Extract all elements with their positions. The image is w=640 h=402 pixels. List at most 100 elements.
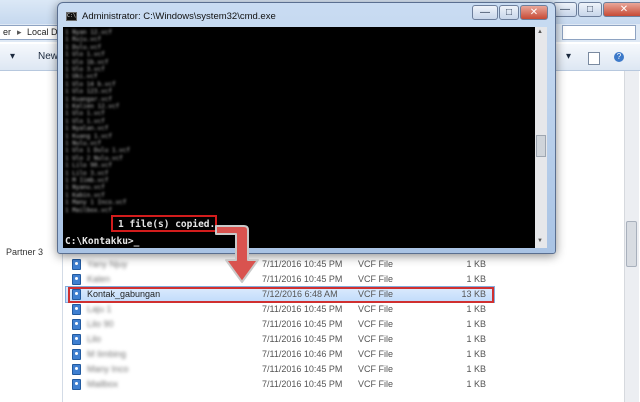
- vcf-file-icon: [72, 379, 81, 390]
- file-type: VCF File: [358, 274, 394, 284]
- vcf-file-icon: [72, 304, 81, 315]
- view-options-dropdown-icon[interactable]: ▾: [566, 51, 571, 62]
- file-size: 1 KB: [466, 274, 486, 284]
- annotation-arrow-icon: [215, 225, 259, 283]
- cmd-maximize-button[interactable]: □: [499, 5, 519, 20]
- console-line: 1 Ulo 123.vcf: [65, 88, 112, 96]
- command-prompt[interactable]: C:\Kontakku>_: [65, 236, 139, 247]
- vcf-file-icon: [72, 274, 81, 285]
- console-line: 1 M Iimb.vcf: [65, 177, 109, 184]
- breadcrumb-parent[interactable]: er: [3, 27, 11, 37]
- console-line: 1 Nyalan.vcf: [65, 125, 109, 133]
- file-row[interactable]: Lilo 7/11/2016 10:45 PM VCF File 1 KB: [66, 332, 494, 347]
- file-size: 1 KB: [466, 364, 486, 374]
- file-row[interactable]: Yany Njuy 7/11/2016 10:45 PM VCF File 1 KB: [66, 257, 494, 272]
- copy-result-highlight: 1 file(s) copied.: [111, 215, 217, 232]
- file-size: 1 KB: [466, 334, 486, 344]
- scroll-up-icon[interactable]: ▲: [537, 29, 543, 35]
- console-line: 1 Ulo 1b.vcf: [65, 58, 109, 66]
- file-list-scrollbar[interactable]: [624, 71, 639, 402]
- file-date: 7/11/2016 10:45 PM: [262, 274, 343, 284]
- console-line: 1 Ulo 1.vcf: [65, 117, 105, 125]
- console-line: 1 Mailbox.vcf: [65, 206, 112, 214]
- console-line: 1 Many 1 Inco.vcf: [65, 199, 127, 207]
- file-row[interactable]: Lilo 90 7/11/2016 10:45 PM VCF File 1 KB: [66, 317, 494, 332]
- selected-file-highlight: [68, 287, 494, 303]
- vcf-file-icon: [72, 364, 81, 375]
- file-name: Many Inco: [87, 364, 129, 374]
- file-row[interactable]: M Iimbing 7/11/2016 10:46 PM VCF File 1 KB: [66, 347, 494, 362]
- search-input[interactable]: [562, 25, 636, 40]
- vcf-file-icon: [72, 349, 81, 360]
- console-line: 1 Ulo 1 Dulu 1.vcf: [65, 147, 131, 155]
- console-line: 1 Uki.vcf: [65, 73, 98, 81]
- explorer-close-button[interactable]: ✕: [603, 2, 640, 17]
- console-output[interactable]: 1 Mailbox.vcf 1 Many 1 Inco.vcf 1 Kabin.vc…: [63, 27, 535, 248]
- cmd-window-title: Administrator: C:\Windows\system32\cmd.e…: [82, 11, 276, 22]
- file-name: Lilo 90: [87, 319, 114, 329]
- cmd-window: C:\ Administrator: C:\Windows\system32\c…: [57, 2, 556, 254]
- vcf-file-icon: [72, 259, 81, 270]
- console-line: 1 Kabin.vcf: [65, 191, 105, 199]
- cmd-minimize-button[interactable]: —: [472, 5, 498, 20]
- file-name: Laju 1: [87, 304, 112, 314]
- vcf-file-icon: [72, 319, 81, 330]
- file-type: VCF File: [358, 304, 394, 314]
- file-size: 1 KB: [466, 304, 486, 314]
- file-name: Kalen: [87, 274, 111, 284]
- cmd-scrollbar-thumb[interactable]: [536, 135, 546, 157]
- console-line: 1 Ruju.vcf: [65, 36, 102, 44]
- explorer-minimize-button[interactable]: —: [553, 2, 577, 17]
- file-row[interactable]: Kalen 7/11/2016 10:45 PM VCF File 1 KB: [66, 272, 494, 287]
- help-icon[interactable]: ?: [614, 52, 624, 62]
- console-line: 1 Ulo 14 b.vcf: [65, 80, 116, 88]
- file-name: Yany Njuy: [87, 259, 128, 269]
- preview-pane-icon[interactable]: [588, 52, 600, 65]
- explorer-maximize-button[interactable]: □: [578, 2, 602, 17]
- file-row[interactable]: Many Inco 7/11/2016 10:45 PM VCF File 1 KB: [66, 362, 494, 377]
- file-type: VCF File: [358, 334, 394, 344]
- file-size: 1 KB: [466, 319, 486, 329]
- file-type: VCF File: [358, 259, 394, 269]
- console-line: 1 Lilo 3.vcf: [65, 169, 109, 177]
- file-date: 7/11/2016 10:45 PM: [262, 379, 343, 389]
- console-line: 1 Lilo 90.vcf: [65, 162, 112, 170]
- scrollbar-thumb[interactable]: [626, 221, 637, 267]
- console-line: 1 Ulo 3.vcf: [65, 66, 105, 73]
- vcf-file-icon: [72, 334, 81, 345]
- file-size: 1 KB: [466, 379, 486, 389]
- console-line: 1 Nyan 12.vcf: [65, 29, 112, 36]
- file-date: 7/11/2016 10:45 PM: [262, 304, 343, 314]
- file-name: M Iimbing: [87, 349, 127, 359]
- console-line: 1 Nyanu.vcf: [65, 184, 105, 192]
- console-line: 1 Ulo 1.vcf: [65, 51, 105, 59]
- file-date: 7/11/2016 10:45 PM: [262, 259, 343, 269]
- console-line: 1 Ulo 2 Nulu.vcf: [65, 154, 123, 162]
- breadcrumb-local-disk[interactable]: Local Di: [27, 27, 60, 37]
- organize-dropdown-icon[interactable]: ▾: [10, 51, 15, 62]
- scroll-down-icon[interactable]: ▼: [537, 238, 543, 244]
- console-line: 1 Nulu.vcf: [65, 140, 102, 147]
- file-date: 7/11/2016 10:45 PM: [262, 319, 343, 329]
- console-line: 1 Kalien 12.vcf: [65, 103, 120, 110]
- console-line: 1 Kuangar.vcf: [65, 95, 112, 103]
- file-type: VCF File: [358, 319, 394, 329]
- nav-item-partner[interactable]: Partner 3: [6, 247, 43, 257]
- copy-result-message: 1 file(s) copied.: [118, 219, 216, 230]
- console-line: 1 Ulo 1.vcf: [65, 110, 105, 118]
- file-date: 7/11/2016 10:45 PM: [262, 364, 343, 374]
- file-name: Lilo: [87, 334, 102, 344]
- file-row[interactable]: Mailbox 7/11/2016 10:45 PM VCF File 1 KB: [66, 377, 494, 392]
- new-folder-button[interactable]: New: [38, 51, 58, 62]
- file-type: VCF File: [358, 349, 394, 359]
- cmd-close-button[interactable]: ✕: [520, 5, 548, 20]
- file-type: VCF File: [358, 364, 394, 374]
- file-date: 7/11/2016 10:45 PM: [262, 334, 343, 344]
- breadcrumb-separator-icon[interactable]: ▸: [17, 27, 22, 38]
- console-line: 1 Kuang 1.vcf: [65, 132, 112, 140]
- file-name: Mailbox: [87, 379, 119, 389]
- cmd-scrollbar[interactable]: ▲ ▼: [535, 27, 547, 248]
- file-date: 7/11/2016 10:46 PM: [262, 349, 343, 359]
- navigation-pane: Partner 3: [0, 71, 63, 402]
- file-row[interactable]: Laju 1 7/11/2016 10:45 PM VCF File 1 KB: [66, 302, 494, 317]
